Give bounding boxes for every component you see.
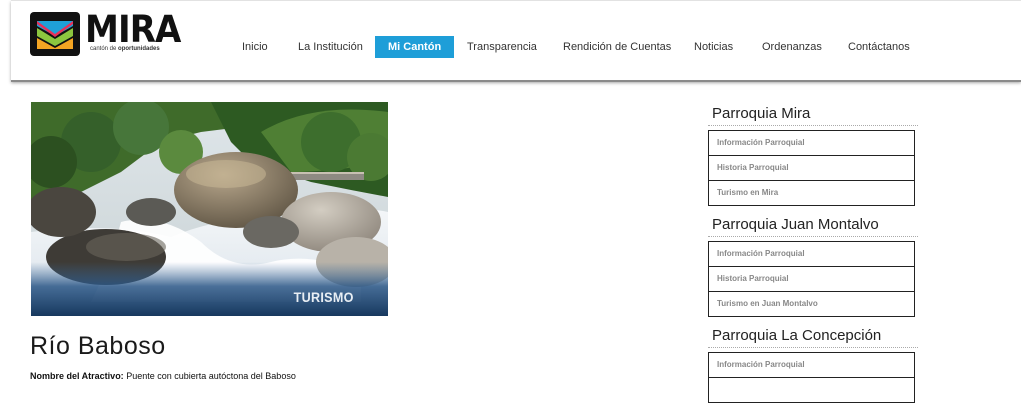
site-logo[interactable]: MIRA cantón de oportunidades (30, 8, 181, 60)
nav-inicio[interactable]: Inicio (242, 36, 268, 58)
attraction-name-value: Puente con cubierta autóctona del Baboso (126, 371, 296, 381)
sidebar-link-historia-parroquial[interactable]: Historia Parroquial (709, 266, 914, 291)
sidebar-link-list: Información Parroquial Historia Parroqui… (708, 130, 915, 206)
sidebar-link-turismo[interactable]: Turismo en Juan Montalvo (709, 291, 914, 316)
river-photo (31, 102, 388, 316)
sidebar-link-informacion-parroquial[interactable]: Información Parroquial (709, 242, 914, 266)
sidebar-section-juan-montalvo: Parroquia Juan Montalvo Información Parr… (708, 214, 918, 317)
sidebar-link-historia-parroquial[interactable] (709, 377, 914, 402)
page-title: Río Baboso (30, 332, 166, 360)
sidebar-link-informacion-parroquial[interactable]: Información Parroquial (709, 131, 914, 155)
logo-tagline: cantón de oportunidades (90, 46, 160, 52)
sidebar-link-list: Información Parroquial Historia Parroqui… (708, 241, 915, 317)
sidebar-section-title: Parroquia Juan Montalvo (708, 214, 918, 237)
sidebar-section-mira: Parroquia Mira Información Parroquial Hi… (708, 103, 918, 206)
nav-noticias[interactable]: Noticias (694, 36, 733, 58)
logo-tagline-bold: oportunidades (118, 46, 160, 52)
nav-transparencia[interactable]: Transparencia (467, 36, 537, 58)
sidebar-link-turismo[interactable]: Turismo en Mira (709, 180, 914, 205)
attraction-name-line: Nombre del Atractivo: Puente con cubiert… (30, 371, 296, 381)
sidebar-section-title: Parroquia La Concepción (708, 325, 918, 348)
nav-contactanos[interactable]: Contáctanos (848, 36, 910, 58)
sidebar-link-historia-parroquial[interactable]: Historia Parroquial (709, 155, 914, 180)
hero-caption: TURISMO (294, 289, 354, 305)
header-divider (11, 80, 1021, 82)
logo-envelope-icon (30, 12, 80, 56)
sidebar-section-title: Parroquia Mira (708, 103, 918, 126)
nav-rendicion-de-cuentas[interactable]: Rendición de Cuentas (563, 36, 671, 58)
nav-la-institucion[interactable]: La Institución (298, 36, 363, 58)
sidebar-link-informacion-parroquial[interactable]: Información Parroquial (709, 353, 914, 377)
sidebar-section-la-concepcion: Parroquia La Concepción Información Parr… (708, 325, 918, 403)
hero-image: TURISMO (31, 102, 388, 316)
nav-mi-canton[interactable]: Mi Cantón (375, 36, 455, 58)
nav-ordenanzas[interactable]: Ordenanzas (762, 36, 822, 58)
logo-wordmark: MIRA (85, 8, 181, 51)
attraction-name-label: Nombre del Atractivo: (30, 371, 124, 381)
logo-tagline-prefix: cantón de (90, 46, 117, 52)
sidebar-link-list: Información Parroquial (708, 352, 915, 403)
